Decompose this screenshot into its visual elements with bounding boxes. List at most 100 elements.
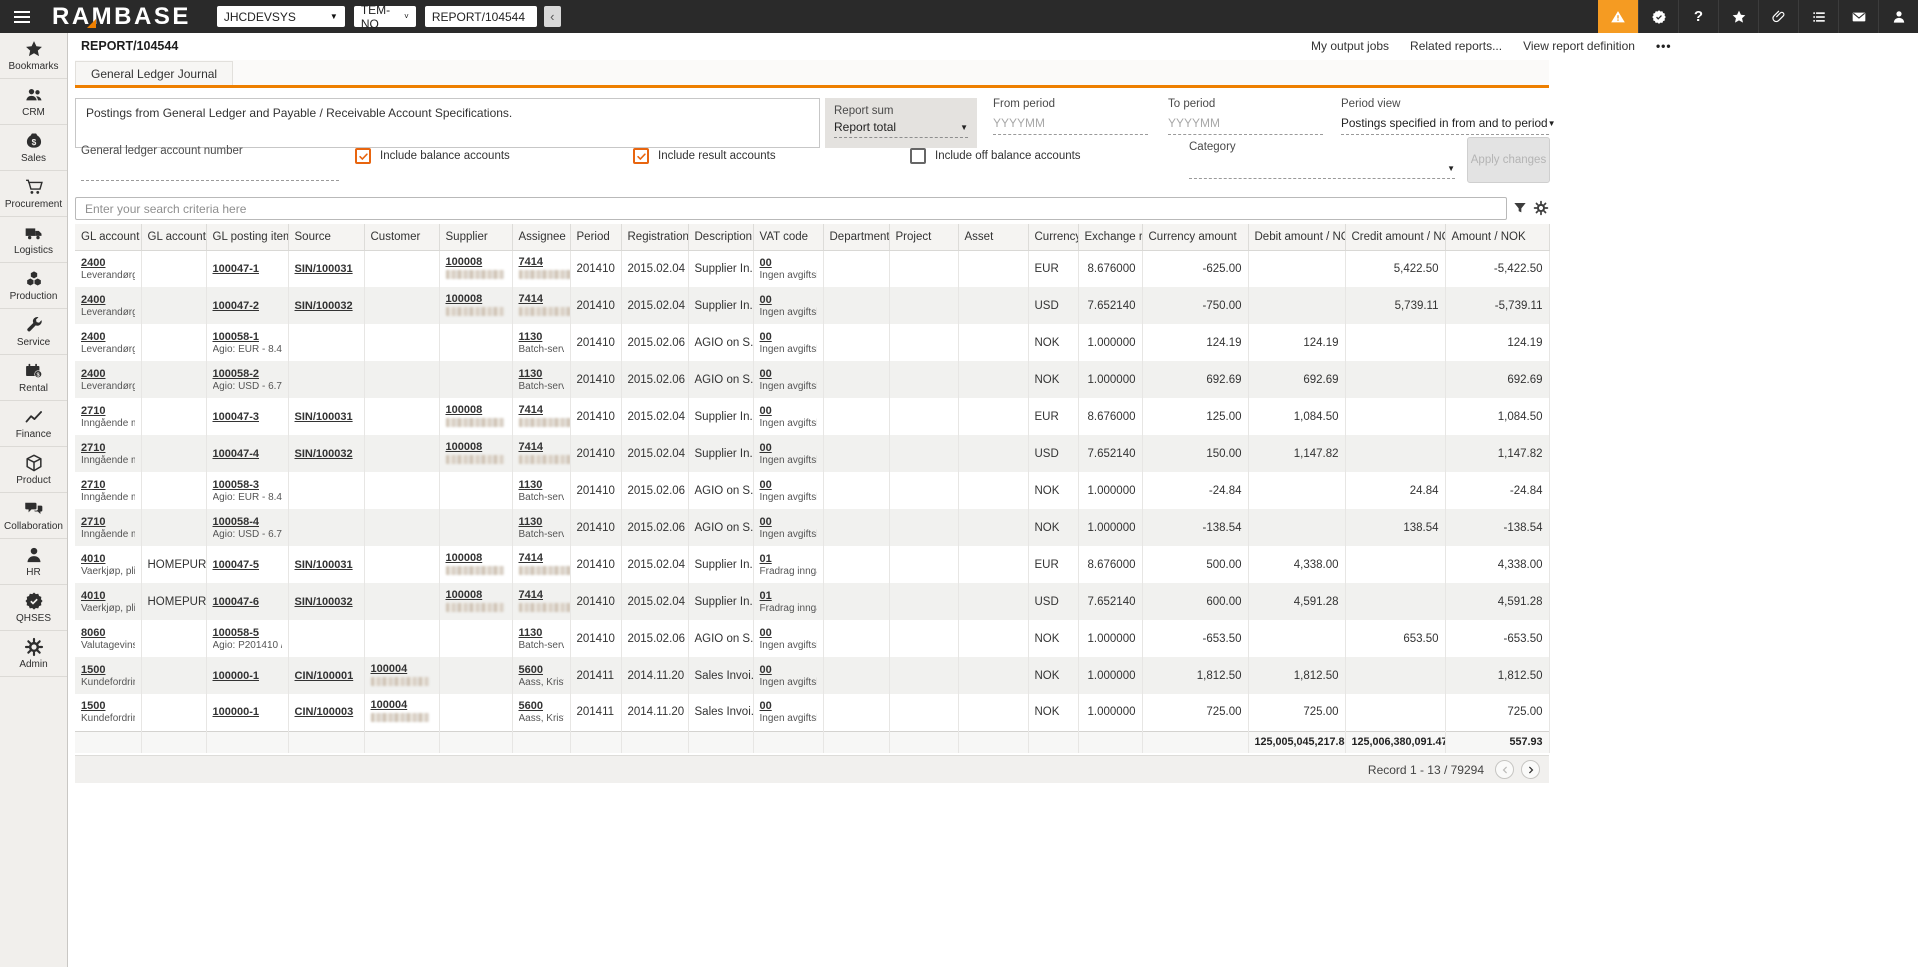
gl-account-link[interactable]: 2400 (81, 368, 105, 380)
gl-account-link[interactable]: 2710 (81, 516, 105, 528)
vat-code-link[interactable]: 00 (760, 700, 772, 712)
source-link[interactable]: SIN/100031 (295, 411, 353, 423)
sidebar-item-qhses[interactable]: QHSES (0, 585, 67, 631)
gl-posting-item-link[interactable]: 100047-1 (213, 263, 260, 275)
column-header[interactable]: Asset (958, 224, 1029, 251)
column-header[interactable]: Customer (364, 224, 440, 251)
locale-select[interactable]: TEM-NO ˅ (353, 3, 416, 31)
sidebar-item-finance[interactable]: Finance (0, 401, 67, 447)
assignee-link[interactable]: 7414 (519, 589, 543, 601)
column-header[interactable]: Credit amount / NOK (1345, 224, 1446, 251)
gl-posting-item-link[interactable]: 100058-3 (213, 479, 260, 491)
vat-code-link[interactable]: 00 (760, 405, 772, 417)
report-description-box[interactable]: Postings from General Ledger and Payable… (75, 98, 820, 148)
checkbox-include-balance-accounts[interactable]: Include balance accounts (355, 148, 510, 164)
table-row[interactable]: 1500Kundefordringer100000-1CIN/100001100… (75, 657, 1550, 694)
table-row[interactable]: 2710Inngående merv100047-4SIN/1000321000… (75, 435, 1550, 472)
column-header[interactable]: VAT code (753, 224, 824, 251)
sidebar-item-collaboration[interactable]: Collaboration (0, 493, 67, 539)
column-header[interactable]: GL account (75, 224, 142, 251)
vat-code-link[interactable]: 00 (760, 627, 772, 639)
gl-account-link[interactable]: 2710 (81, 479, 105, 491)
table-row[interactable]: 2400Leverandørgjeld100047-2SIN/100032100… (75, 287, 1550, 324)
assignee-link[interactable]: 1130 (519, 479, 543, 491)
vat-code-link[interactable]: 00 (760, 479, 772, 491)
gl-account-link[interactable]: 2710 (81, 442, 105, 454)
gl-account-link[interactable]: 2400 (81, 294, 105, 306)
gl-posting-item-link[interactable]: 100047-5 (213, 559, 260, 571)
supplier-link[interactable]: 100008 (446, 256, 483, 268)
header-link-my-output-jobs[interactable]: My output jobs (1311, 39, 1389, 53)
category-select[interactable]: ▼ (1189, 162, 1455, 179)
assignee-link[interactable]: 1130 (519, 331, 543, 343)
column-header[interactable]: GL posting item (206, 224, 289, 251)
gl-account-link[interactable]: 4010 (81, 590, 105, 602)
attachments-icon[interactable] (1758, 0, 1798, 33)
table-row[interactable]: 2400Leverandørgjeld100058-2Agio: USD - 6… (75, 361, 1550, 398)
table-row[interactable]: 4010Vaerkjøp, pliktigHOMEPUR...100047-5S… (75, 546, 1550, 583)
period-view-select[interactable]: Postings specified in from and to period… (1341, 116, 1555, 135)
source-link[interactable]: SIN/100032 (295, 596, 353, 608)
sidebar-item-rental[interactable]: $ Rental (0, 355, 67, 401)
assignee-link[interactable]: 7414 (519, 256, 543, 268)
gl-account-link[interactable]: 2400 (81, 331, 105, 343)
table-row[interactable]: 1500Kundefordringer100000-1CIN/100003100… (75, 694, 1550, 731)
supplier-link[interactable]: 100008 (446, 293, 483, 305)
gl-posting-item-link[interactable]: 100047-3 (213, 411, 260, 423)
supplier-link[interactable]: 100008 (446, 404, 483, 416)
gear-icon[interactable] (1533, 200, 1549, 216)
source-link[interactable]: CIN/100003 (295, 706, 354, 718)
column-header[interactable]: Currency (1028, 224, 1079, 251)
gl-account-link[interactable]: 1500 (81, 664, 105, 676)
assignee-link[interactable]: 7414 (519, 441, 543, 453)
column-header[interactable]: Debit amount / NOK (1248, 224, 1346, 251)
header-link-related-reports-[interactable]: Related reports... (1410, 39, 1502, 53)
assignee-link[interactable]: 7414 (519, 404, 543, 416)
vat-code-link[interactable]: 00 (760, 516, 772, 528)
gl-account-link[interactable]: 8060 (81, 627, 105, 639)
column-header[interactable]: Registration... (621, 224, 689, 251)
gl-posting-item-link[interactable]: 100058-2 (213, 368, 260, 380)
rambase-logo[interactable]: RAMBASE (52, 3, 191, 31)
table-row[interactable]: 2400Leverandørgjeld100058-1Agio: EUR - 8… (75, 324, 1550, 361)
more-options-icon[interactable]: ••• (1656, 39, 1672, 53)
checkbox-include-off-balance-accounts[interactable]: Include off balance accounts (910, 148, 1081, 164)
from-period-input[interactable]: YYYYMM (993, 116, 1148, 135)
supplier-link[interactable]: 100008 (446, 552, 483, 564)
messages-icon[interactable] (1838, 0, 1878, 33)
column-header[interactable]: Source (288, 224, 365, 251)
source-link[interactable]: SIN/100031 (295, 559, 353, 571)
table-row[interactable]: 2710Inngående merv100058-4Agio: USD - 6.… (75, 509, 1550, 546)
report-sum-select[interactable]: Report sum Report total ▼ (825, 98, 977, 148)
gl-account-link[interactable]: 4010 (81, 553, 105, 565)
search-input[interactable] (75, 197, 1507, 220)
sidebar-item-bookmarks[interactable]: Bookmarks (0, 33, 67, 79)
gl-posting-item-link[interactable]: 100047-2 (213, 300, 260, 312)
supplier-link[interactable]: 100008 (446, 441, 483, 453)
column-header[interactable]: Supplier (439, 224, 513, 251)
prev-page-button[interactable] (1495, 760, 1514, 779)
filter-icon[interactable] (1512, 200, 1528, 216)
customer-link[interactable]: 100004 (371, 663, 408, 675)
to-period-input[interactable]: YYYYMM (1168, 116, 1323, 135)
gl-posting-item-link[interactable]: 100058-5 (213, 627, 260, 639)
source-link[interactable]: SIN/100032 (295, 300, 353, 312)
gl-posting-item-link[interactable]: 100047-4 (213, 448, 260, 460)
supplier-link[interactable]: 100008 (446, 589, 483, 601)
source-link[interactable]: CIN/100001 (295, 670, 354, 682)
hamburger-menu-icon[interactable] (0, 0, 44, 33)
gl-account-link[interactable]: 2400 (81, 257, 105, 269)
vat-code-link[interactable]: 00 (760, 294, 772, 306)
column-header[interactable]: Amount / NOK (1445, 224, 1550, 251)
column-header[interactable]: Exchange ra... (1078, 224, 1143, 251)
sidebar-item-crm[interactable]: CRM (0, 79, 67, 125)
vat-code-link[interactable]: 00 (760, 257, 772, 269)
sidebar-item-logistics[interactable]: Logistics (0, 217, 67, 263)
checkbox-include-result-accounts[interactable]: Include result accounts (633, 148, 776, 164)
gl-account-number-input[interactable] (81, 167, 339, 181)
sidebar-item-service[interactable]: Service (0, 309, 67, 355)
assignee-link[interactable]: 5600 (519, 700, 543, 712)
alerts-icon[interactable] (1598, 0, 1638, 33)
apply-changes-button[interactable]: Apply changes (1467, 137, 1550, 183)
assignee-link[interactable]: 5600 (519, 664, 543, 676)
